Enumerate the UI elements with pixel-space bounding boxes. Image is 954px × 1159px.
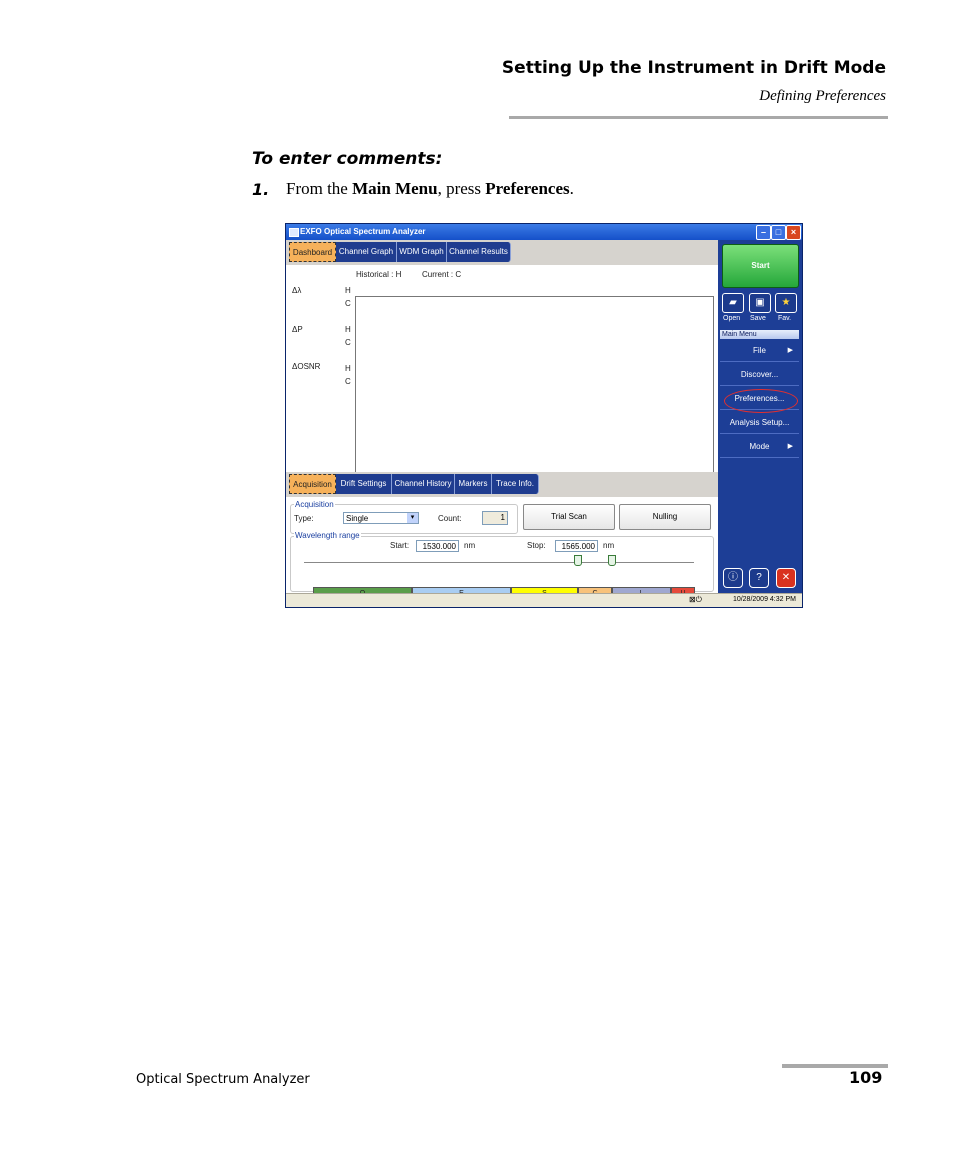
maximize-icon[interactable]: □: [771, 225, 786, 240]
app-screenshot: EXFO Optical Spectrum Analyzer – □ × Das…: [285, 223, 803, 608]
trial-scan-button[interactable]: Trial Scan: [523, 504, 615, 530]
close-icon[interactable]: ×: [786, 225, 801, 240]
wavelength-group: [290, 536, 714, 592]
step-text: From the Main Menu, press Preferences.: [286, 179, 574, 199]
side-panel: Start ▰ ▣ ★ Open Save Fav. Main Menu Fil…: [718, 240, 802, 595]
window-title: EXFO Optical Spectrum Analyzer: [300, 227, 426, 236]
metric-h: H: [345, 286, 351, 295]
wavelength-legend: Wavelength range: [294, 531, 361, 540]
open-label: Open: [723, 315, 741, 322]
metric-c: C: [345, 377, 351, 386]
app-icon: [289, 228, 299, 237]
footer-product: Optical Spectrum Analyzer: [136, 1072, 310, 1087]
open-folder-icon[interactable]: ▰: [722, 293, 744, 313]
acquisition-legend: Acquisition: [294, 500, 335, 509]
tab-wdm-graph[interactable]: WDM Graph: [397, 242, 447, 262]
step-prefix: From the: [286, 179, 353, 198]
help-icon[interactable]: ?: [749, 568, 769, 588]
metric-label-power: ΔP: [292, 325, 303, 334]
bottom-tabbar: Acquisition Drift Settings Channel Histo…: [286, 472, 718, 497]
header-divider: [509, 116, 888, 119]
stop-label: Stop:: [527, 541, 546, 550]
save-disk-icon[interactable]: ▣: [749, 293, 771, 313]
status-time: 10/28/2009 4:32 PM: [732, 596, 796, 603]
menu-item-mode[interactable]: Mode ▶: [720, 435, 799, 458]
tab-channel-history[interactable]: Channel History: [392, 474, 455, 494]
favorite-star-icon[interactable]: ★: [775, 293, 797, 313]
tab-channel-graph[interactable]: Channel Graph: [336, 242, 397, 262]
tab-dashboard[interactable]: Dashboard: [289, 242, 336, 262]
section-subtitle: Defining Preferences: [759, 88, 886, 104]
step-suffix: .: [569, 179, 574, 198]
nulling-button[interactable]: Nulling: [619, 504, 711, 530]
save-label: Save: [750, 315, 766, 322]
tab-markers[interactable]: Markers: [455, 474, 492, 494]
status-bar: ⊠⏻ 10/28/2009 4:32 PM: [286, 593, 802, 607]
tray-icons: ⊠⏻: [688, 595, 702, 604]
window-titlebar: EXFO Optical Spectrum Analyzer – □ ×: [286, 224, 802, 240]
submenu-arrow-icon: ▶: [787, 347, 793, 354]
procedure-heading: To enter comments:: [252, 149, 443, 169]
metric-h: H: [345, 364, 351, 373]
legend-historical: Historical : H: [356, 270, 402, 279]
step-mid: , press: [437, 179, 486, 198]
tab-acquisition[interactable]: Acquisition: [289, 474, 336, 494]
start-button[interactable]: Start: [722, 244, 799, 288]
menu-item-label: File: [753, 346, 766, 355]
main-menu: Main Menu File ▶ Discover... Preferences.…: [720, 330, 799, 460]
range-slider-track[interactable]: [304, 562, 694, 563]
metric-label-wavelength: Δλ: [292, 286, 302, 295]
menu-item-label: Analysis Setup...: [729, 418, 790, 427]
menu-item-label: Mode: [749, 442, 770, 451]
start-wavelength-field[interactable]: 1530.000: [416, 540, 459, 552]
stop-slider-handle[interactable]: [608, 555, 616, 566]
metric-label-osnr: ΔOSNR: [292, 362, 321, 371]
drift-graph[interactable]: [355, 296, 714, 482]
step-menu-name: Main Menu: [352, 179, 438, 198]
submenu-arrow-icon: ▶: [787, 443, 793, 450]
section-title: Setting Up the Instrument in Drift Mode: [501, 58, 886, 78]
type-label: Type:: [294, 514, 314, 523]
type-value: Single: [346, 514, 369, 523]
page-number: 109: [849, 1068, 883, 1087]
chevron-down-icon[interactable]: ▾: [407, 513, 418, 523]
info-icon[interactable]: ⓘ: [723, 568, 743, 588]
tab-drift-settings[interactable]: Drift Settings: [336, 474, 392, 494]
legend-current: Current : C: [422, 270, 462, 279]
metric-c: C: [345, 338, 351, 347]
menu-item-discover[interactable]: Discover...: [720, 363, 799, 386]
tab-channel-results[interactable]: Channel Results: [447, 242, 511, 262]
stop-unit: nm: [603, 541, 615, 550]
main-menu-header: Main Menu: [720, 330, 799, 339]
main-panel: Dashboard Channel Graph WDM Graph Channe…: [286, 240, 718, 600]
minimize-icon[interactable]: –: [756, 225, 771, 240]
type-select[interactable]: Single ▾: [343, 512, 419, 524]
step-button-name: Preferences: [485, 179, 570, 198]
start-unit: nm: [464, 541, 476, 550]
step-number: 1.: [252, 180, 270, 199]
exit-icon[interactable]: ✕: [776, 568, 796, 588]
metric-c: C: [345, 299, 351, 308]
menu-item-file[interactable]: File ▶: [720, 339, 799, 362]
fav-label: Fav.: [778, 315, 792, 322]
menu-item-label: Discover...: [740, 370, 779, 379]
preferences-highlight-circle: [724, 389, 798, 413]
metric-h: H: [345, 325, 351, 334]
menu-item-analysis-setup[interactable]: Analysis Setup...: [720, 411, 799, 434]
top-tabbar: Dashboard Channel Graph WDM Graph Channe…: [286, 240, 718, 265]
count-field[interactable]: 1: [482, 511, 508, 525]
tab-trace-info[interactable]: Trace Info.: [492, 474, 539, 494]
stop-wavelength-field[interactable]: 1565.000: [555, 540, 598, 552]
count-label: Count:: [438, 514, 462, 523]
start-slider-handle[interactable]: [574, 555, 582, 566]
start-label: Start:: [390, 541, 410, 550]
